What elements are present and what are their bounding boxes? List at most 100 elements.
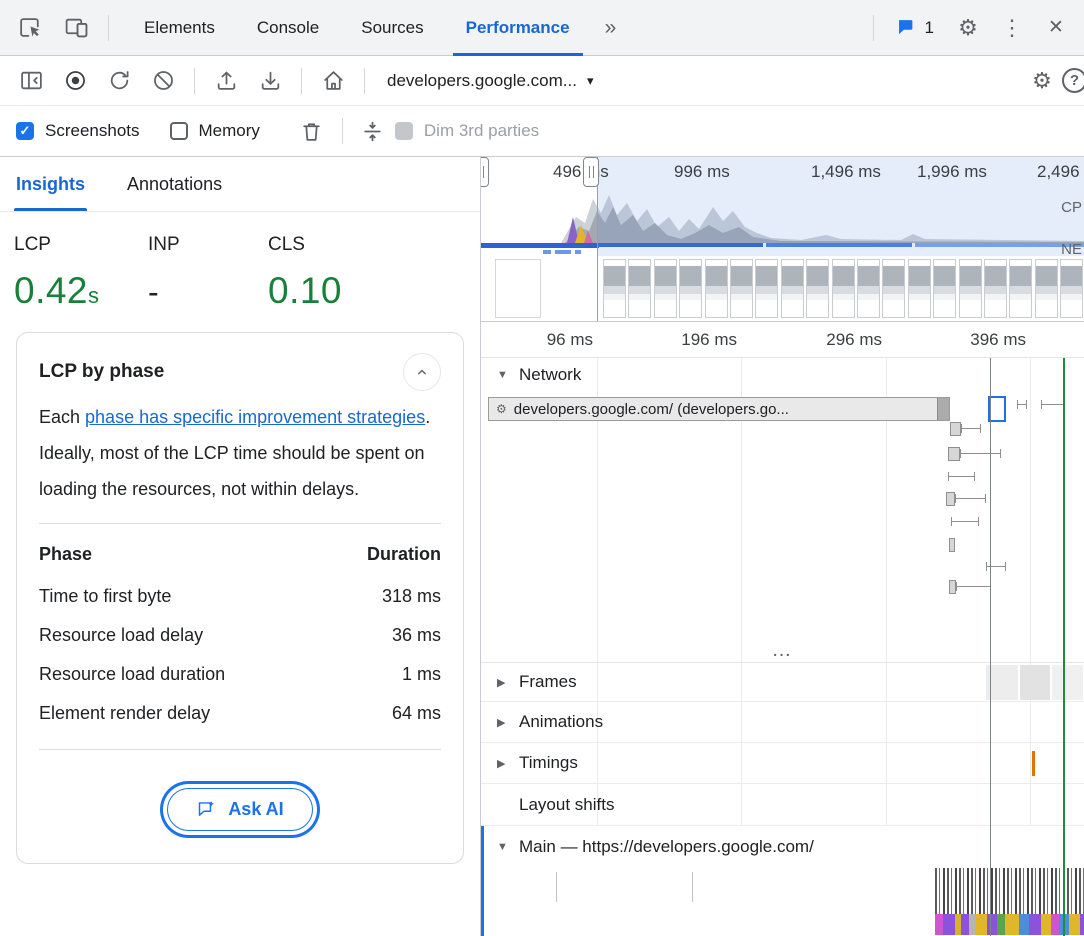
console-messages-indicator[interactable]: 1 (886, 17, 944, 38)
network-request-whisker[interactable] (960, 453, 1001, 454)
network-request-whisker[interactable] (955, 498, 986, 499)
tab-insights[interactable]: Insights (16, 157, 85, 211)
filmstrip-thumbnail[interactable] (882, 259, 905, 318)
filmstrip-thumbnail[interactable] (832, 259, 855, 318)
toggle-sidebar-button[interactable] (10, 61, 52, 101)
network-request-whisker[interactable] (961, 428, 981, 429)
column-header-duration: Duration (367, 544, 441, 565)
network-request-whisker[interactable] (948, 476, 975, 477)
filmstrip-thumbnail[interactable] (908, 259, 931, 318)
expand-arrow-icon[interactable]: ▶ (497, 676, 510, 689)
filmstrip-thumbnail[interactable] (603, 259, 626, 318)
network-request-whisker[interactable] (951, 521, 979, 522)
lcp-marker-line (1063, 358, 1065, 936)
network-request-whisker[interactable] (1041, 404, 1065, 405)
filmstrip-thumbnail[interactable] (984, 259, 1007, 318)
filmstrip-thumbnail[interactable] (495, 259, 541, 318)
inspect-element-button[interactable] (8, 7, 52, 49)
reload-and-record-button[interactable] (98, 61, 140, 101)
metric-name: INP (148, 234, 268, 256)
record-button[interactable] (54, 61, 96, 101)
capture-settings-gear-icon[interactable]: ⚙ (1022, 61, 1062, 101)
tab-elements[interactable]: Elements (123, 0, 236, 56)
more-tabs-button[interactable]: » (593, 16, 629, 40)
filmstrip-thumbnail[interactable] (1060, 259, 1083, 318)
settings-gear-icon[interactable]: ⚙ (948, 8, 988, 48)
metric-value: 0.42 (14, 270, 88, 311)
filmstrip-thumbnail[interactable] (705, 259, 728, 318)
expand-arrow-icon[interactable]: ▼ (497, 841, 510, 853)
filmstrip-thumbnail[interactable] (628, 259, 651, 318)
close-devtools-button[interactable]: ✕ (1036, 8, 1076, 48)
perf-toolbar-right: ⚙ ? (1022, 61, 1074, 101)
tab-console[interactable]: Console (236, 0, 340, 56)
chevron-up-icon (412, 362, 432, 382)
track-main[interactable]: ▼ Main — https://developers.google.com/ (481, 826, 1084, 868)
load-profile-button[interactable] (205, 61, 247, 101)
expand-arrow-icon[interactable]: ▶ (497, 716, 510, 729)
collapse-tracks-button[interactable] (351, 110, 395, 152)
memory-checkbox[interactable]: Memory (170, 121, 260, 141)
expand-arrow-icon[interactable]: ▼ (497, 369, 510, 381)
track-resizer[interactable]: … (481, 643, 1084, 663)
network-request-bar[interactable]: ⚙ developers.google.com/ (developers.go.… (488, 397, 950, 421)
message-bubble-icon (896, 17, 917, 38)
flame-chart-events[interactable] (935, 914, 1084, 935)
tab-performance[interactable]: Performance (445, 0, 591, 56)
filmstrip-thumbnail[interactable] (654, 259, 677, 318)
track-timings[interactable]: ▶ Timings (481, 743, 1084, 784)
filmstrip-thumbnail[interactable] (1009, 259, 1032, 318)
ask-ai-button[interactable]: Ask AI (167, 788, 312, 831)
network-request-whisker[interactable] (1017, 404, 1027, 405)
clear-recording-button[interactable] (142, 61, 184, 101)
tab-annotations[interactable]: Annotations (127, 157, 222, 211)
screenshots-checkbox[interactable]: ✓ Screenshots (16, 121, 140, 141)
trash-icon (299, 119, 324, 144)
performance-panel-toolbar: developers.google.com... ▾ ⚙ ? (0, 56, 1084, 106)
track-label: Main — https://developers.google.com/ (519, 837, 814, 857)
filmstrip-thumbnail[interactable] (755, 259, 778, 318)
network-request-whisker[interactable] (986, 566, 1006, 567)
network-request-whisker[interactable] (956, 586, 991, 587)
upload-icon (214, 68, 239, 93)
dim-third-parties-checkbox[interactable]: Dim 3rd parties (395, 121, 539, 141)
network-request-item[interactable] (946, 492, 955, 506)
kebab-menu-icon[interactable]: ⋮ (992, 8, 1032, 48)
filmstrip-thumbnail[interactable] (806, 259, 829, 318)
phase-strategies-link[interactable]: phase has specific improvement strategie… (85, 407, 425, 427)
filmstrip-thumbnail[interactable] (730, 259, 753, 318)
device-toolbar-button[interactable] (54, 7, 98, 49)
track-layout-shifts[interactable]: ▶ Layout shifts (481, 784, 1084, 826)
filmstrip-thumbnail[interactable] (1035, 259, 1058, 318)
track-animations[interactable]: ▶ Animations (481, 702, 1084, 743)
network-request-item[interactable] (949, 538, 955, 552)
track-network[interactable]: ▼ Network (481, 358, 1084, 392)
filmstrip-thumbnail[interactable] (933, 259, 956, 318)
selection-left-handle[interactable] (481, 157, 489, 187)
filmstrip-thumbnail[interactable] (781, 259, 804, 318)
timing-marker[interactable] (1032, 751, 1035, 776)
save-profile-button[interactable] (249, 61, 291, 101)
collapse-card-button[interactable] (403, 353, 441, 391)
selection-right-handle[interactable] (583, 157, 599, 187)
live-metrics-home-button[interactable] (312, 61, 354, 101)
track-frames[interactable]: ▶ Frames (481, 663, 1084, 702)
filmstrip-thumbnail[interactable] (679, 259, 702, 318)
checkbox-disabled-icon (395, 122, 413, 140)
network-request-item[interactable] (950, 422, 961, 436)
frames-thumbnails[interactable] (986, 665, 1083, 700)
toolbar-right-cluster: 1 ⚙ ⋮ ✕ (865, 8, 1076, 48)
main-thread-flame-chart[interactable] (481, 868, 1084, 936)
collect-garbage-button[interactable] (290, 110, 334, 152)
task-barcode[interactable] (935, 868, 1084, 914)
filmstrip-thumbnail[interactable] (857, 259, 880, 318)
expand-arrow-icon[interactable]: ▶ (497, 757, 510, 770)
help-icon[interactable]: ? (1062, 68, 1084, 93)
filmstrip-thumbnail[interactable] (959, 259, 982, 318)
history-dropdown[interactable]: developers.google.com... ▾ (375, 71, 605, 91)
network-request-item[interactable] (948, 447, 960, 461)
track-label: Network (519, 365, 581, 385)
network-request-item[interactable] (949, 580, 956, 594)
tab-sources[interactable]: Sources (340, 0, 444, 56)
timeline-overview[interactable]: 496 ms 996 ms 1,496 ms 1,996 ms 2,496 ms (481, 157, 1084, 322)
